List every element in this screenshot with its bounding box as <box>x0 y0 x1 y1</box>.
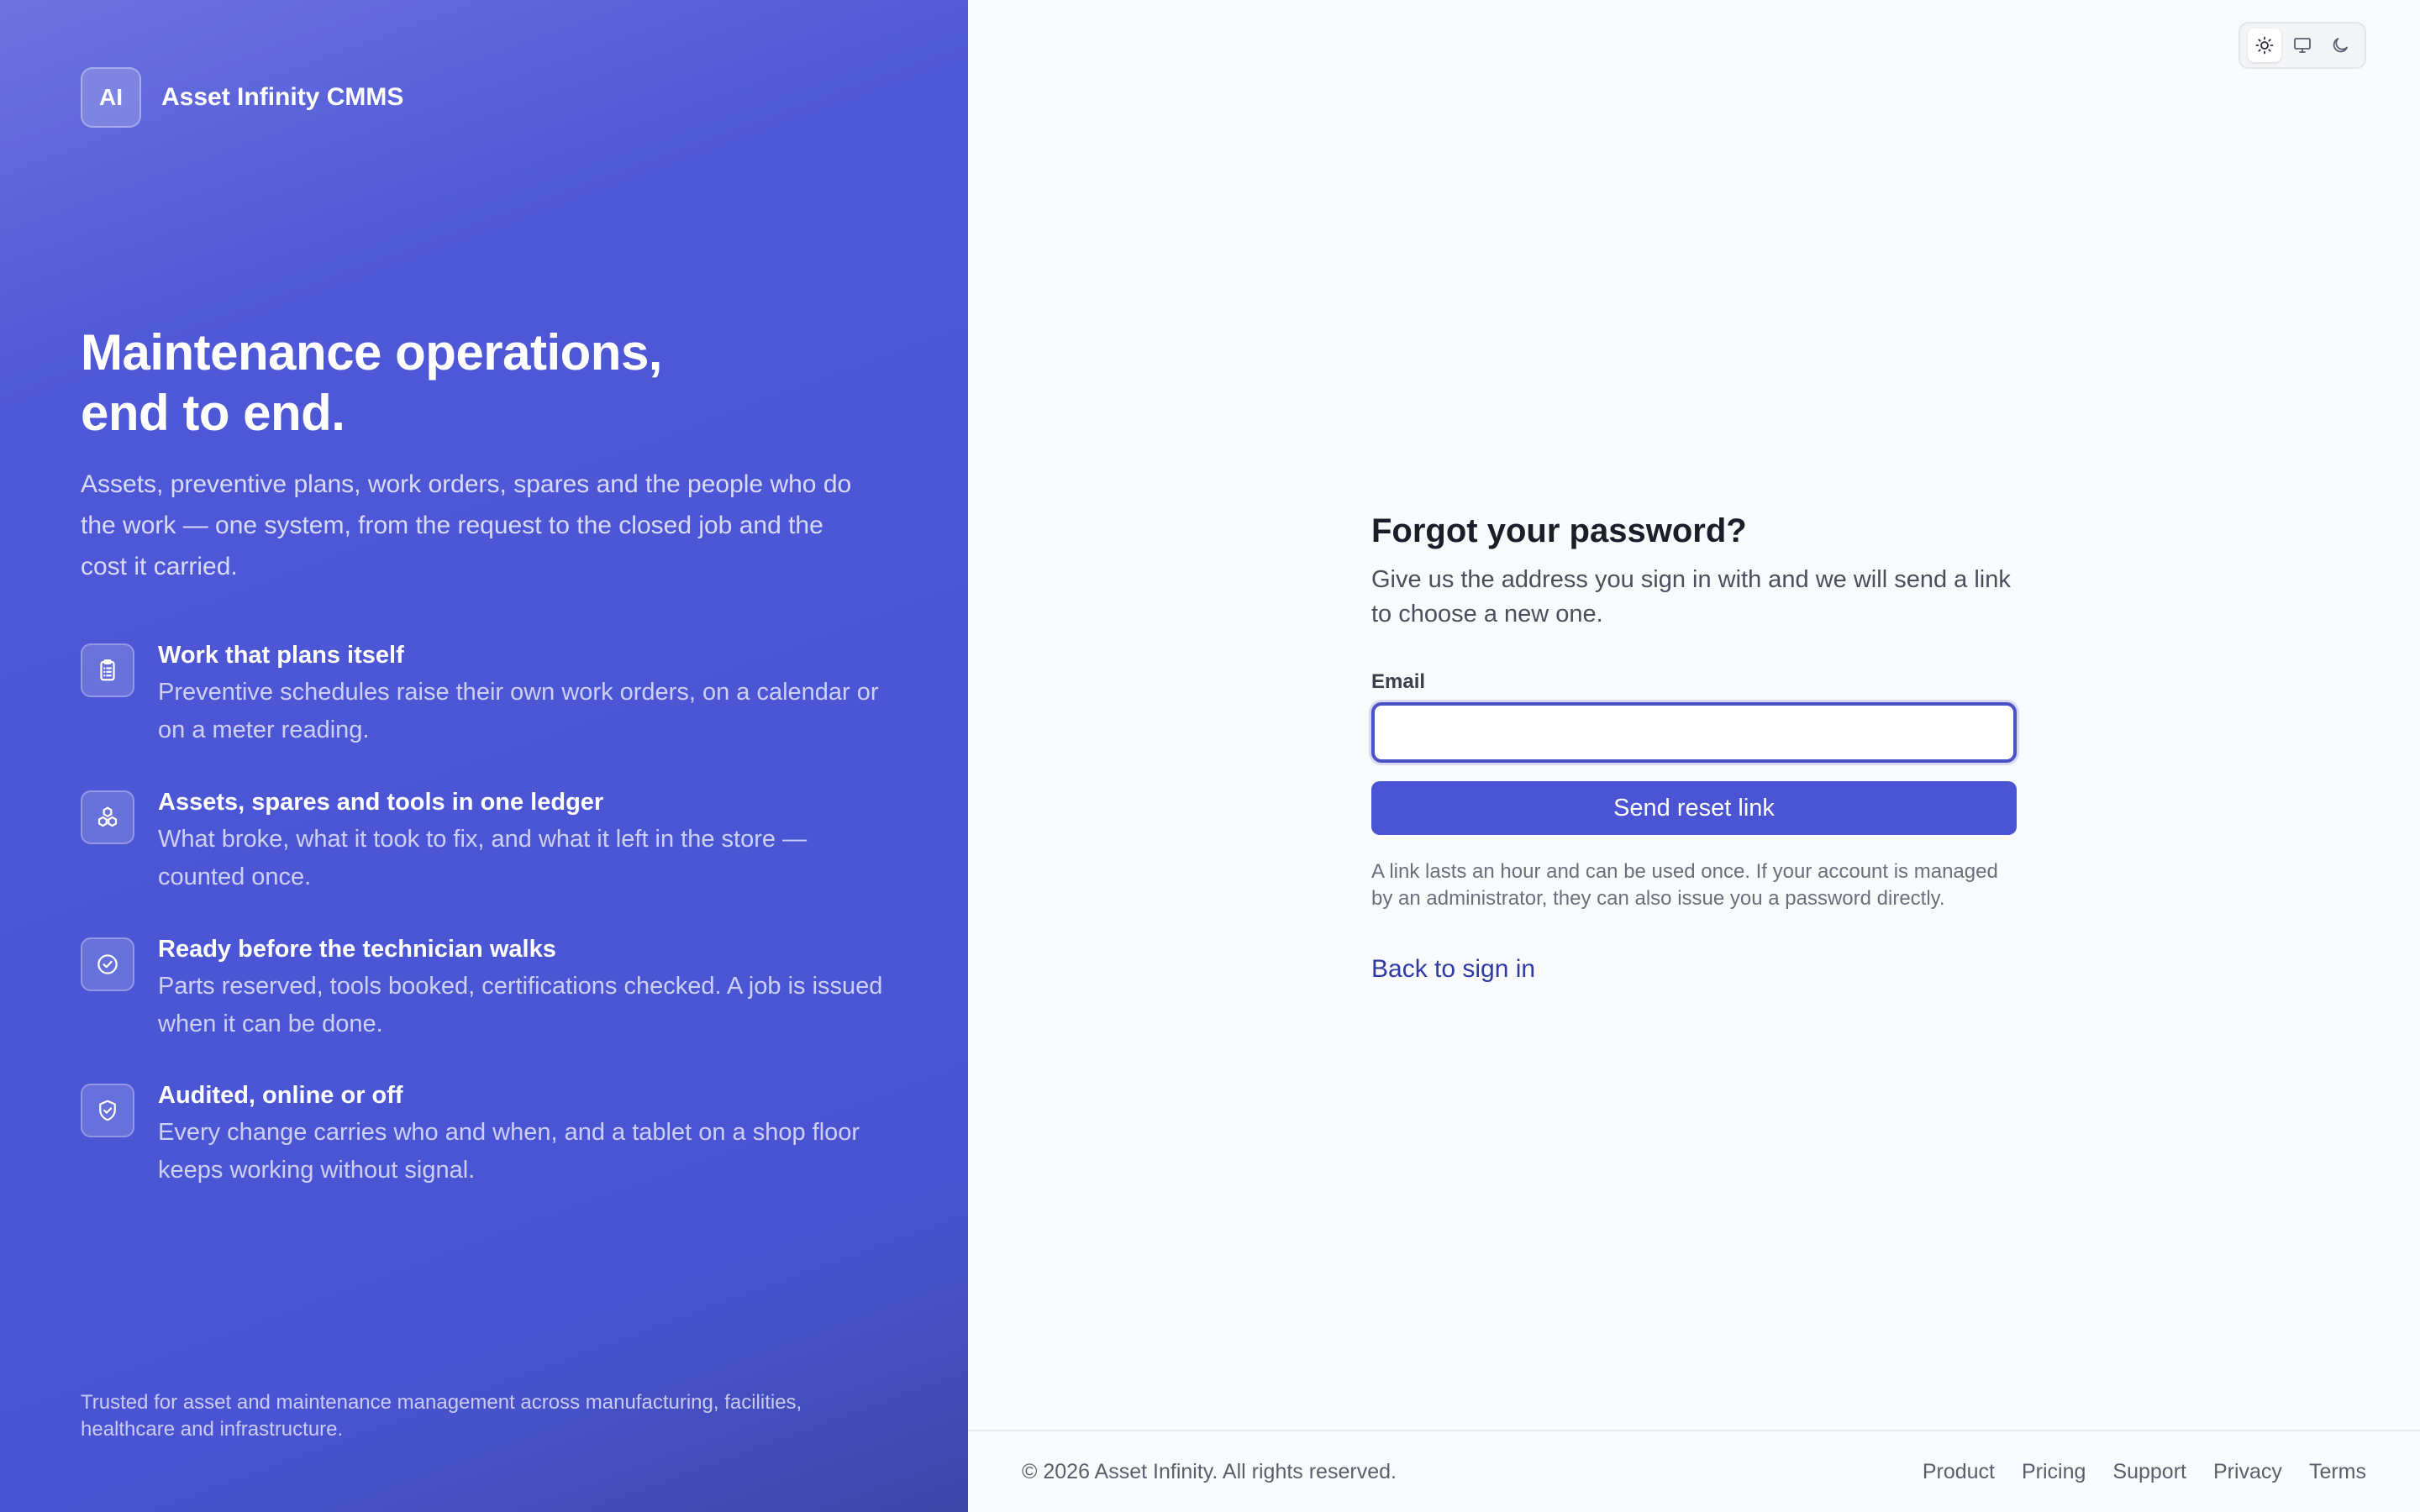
shield-check-icon <box>81 1084 134 1137</box>
hero-title-line-2: end to end. <box>81 385 345 441</box>
auth-panel: Forgot your password? Give us the addres… <box>968 0 2420 1512</box>
footer-links: Product Pricing Support Privacy Terms <box>1896 1460 2366 1484</box>
copyright: © 2026 Asset Infinity. All rights reserv… <box>1022 1459 1397 1483</box>
form-subtitle: Give us the address you sign in with and… <box>1371 566 2011 627</box>
theme-dark-button[interactable] <box>2323 29 2357 62</box>
feature-item: Assets, spares and tools in one ledger W… <box>81 785 904 896</box>
brand-logo-badge: AI <box>81 67 141 128</box>
marketing-panel: AI Asset Infinity CMMS Maintenance opera… <box>0 0 968 1512</box>
trusted-statement: Trusted for asset and maintenance manage… <box>81 1391 802 1441</box>
clipboard-list-icon <box>81 643 134 697</box>
send-reset-link-button[interactable]: Send reset link <box>1371 781 2017 835</box>
feature-item: Ready before the technician walks Parts … <box>81 932 904 1043</box>
theme-switcher <box>2238 22 2366 69</box>
email-label: Email <box>1371 670 1426 693</box>
feature-title: Assets, spares and tools in one ledger <box>158 789 604 816</box>
monitor-icon <box>2294 38 2311 53</box>
feature-title: Ready before the technician walks <box>158 936 556 963</box>
brand-name: Asset Infinity CMMS <box>161 83 404 111</box>
theme-light-button[interactable] <box>2247 29 2281 62</box>
hero-title: Maintenance operations, end to end. <box>81 323 837 444</box>
form-title: Forgot your password? <box>1371 512 1747 549</box>
moon-icon <box>2333 38 2349 53</box>
feature-description: Every change carries who and when, and a… <box>158 1119 860 1184</box>
footer-link-terms[interactable]: Terms <box>2309 1460 2366 1484</box>
check-circle-icon <box>81 937 134 991</box>
footer: © 2026 Asset Infinity. All rights reserv… <box>968 1430 2420 1512</box>
footer-link-privacy[interactable]: Privacy <box>2213 1460 2282 1484</box>
hero-title-line-1: Maintenance operations, <box>81 324 662 381</box>
feature-item: Audited, online or off Every change carr… <box>81 1079 904 1189</box>
footer-link-product[interactable]: Product <box>1923 1460 1995 1484</box>
feature-title: Audited, online or off <box>158 1082 403 1109</box>
feature-description: Parts reserved, tools booked, certificat… <box>158 973 883 1037</box>
feature-title: Work that plans itself <box>158 642 404 669</box>
email-field[interactable] <box>1371 702 2017 763</box>
footer-link-pricing[interactable]: Pricing <box>2022 1460 2086 1484</box>
back-to-sign-in-link[interactable]: Back to sign in <box>1371 953 1535 986</box>
theme-system-button[interactable] <box>2286 29 2319 62</box>
brand: AI Asset Infinity CMMS <box>81 67 403 128</box>
feature-item: Work that plans itself Preventive schedu… <box>81 638 904 749</box>
sun-icon <box>2255 36 2274 55</box>
footer-link-support[interactable]: Support <box>2112 1460 2186 1484</box>
boxes-icon <box>81 790 134 844</box>
feature-description: Preventive schedules raise their own wor… <box>158 679 879 743</box>
hero-subtitle: Assets, preventive plans, work orders, s… <box>81 470 852 580</box>
reset-link-note: A link lasts an hour and can be used onc… <box>1371 860 1998 910</box>
feature-description: What broke, what it took to fix, and wha… <box>158 826 808 890</box>
forgot-password-form: Forgot your password? Give us the addres… <box>1371 504 2018 986</box>
